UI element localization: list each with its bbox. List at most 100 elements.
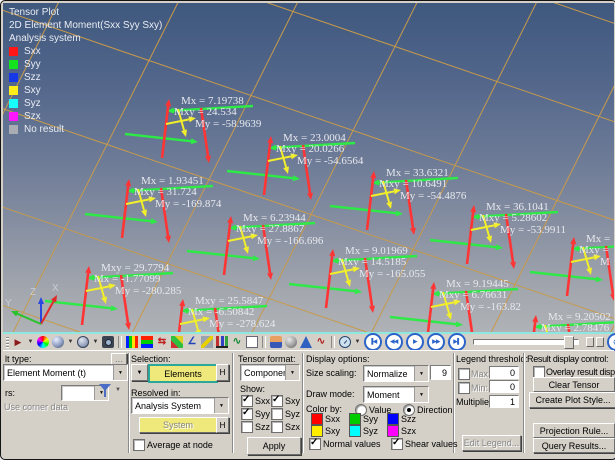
show-sxy-checkbox[interactable] bbox=[271, 395, 283, 407]
axis-triad: ZXY bbox=[5, 283, 59, 324]
chevron-down-icon[interactable]: ▼ bbox=[113, 365, 127, 380]
caret-icon[interactable] bbox=[67, 336, 74, 348]
tensor-plot-icon[interactable] bbox=[171, 336, 183, 348]
legend-item-label: Sxy bbox=[24, 84, 41, 97]
camera-icon[interactable] bbox=[102, 336, 114, 348]
tensor-glyph: Mx = 1.93451Mxy = 31.724My = -169.874 bbox=[85, 175, 222, 243]
contour-plot-icon[interactable] bbox=[126, 336, 138, 348]
section-cut-icon[interactable] bbox=[201, 336, 213, 348]
legend-item: Syz bbox=[9, 97, 162, 110]
system-collector-reset-button[interactable]: H bbox=[216, 417, 229, 433]
caret-icon[interactable] bbox=[354, 336, 361, 348]
tensor-value-label: My = -58.9639 bbox=[195, 118, 262, 130]
first-frame-button[interactable]: ▐◀ bbox=[364, 333, 382, 351]
shaded-sphere-icon[interactable] bbox=[52, 336, 64, 348]
tensor-value-label: Mxy = 10.6491 bbox=[379, 178, 447, 190]
caret-icon[interactable] bbox=[27, 336, 34, 348]
projection-rule-button[interactable]: Projection Rule... bbox=[533, 423, 615, 438]
legend-item-label: Syz bbox=[24, 97, 41, 110]
cone-icon[interactable] bbox=[300, 336, 312, 348]
size-scaling-input[interactable]: 9 bbox=[430, 365, 451, 380]
legend-color-swatch bbox=[9, 112, 18, 121]
chevron-down-icon[interactable]: ▼ bbox=[414, 366, 428, 381]
vector-plot-icon[interactable] bbox=[156, 336, 168, 348]
normal-values-checkbox[interactable] bbox=[309, 438, 321, 450]
tensor-format-dropdown[interactable]: Component▼ bbox=[240, 364, 300, 381]
apply-button[interactable]: Apply bbox=[247, 437, 301, 455]
show-szz-checkbox[interactable] bbox=[241, 421, 253, 433]
elements-collector-button[interactable]: Elements bbox=[148, 364, 218, 383]
size-scaling-dropdown[interactable]: Normalize▼ bbox=[363, 365, 429, 382]
legend-item-label: Szx bbox=[24, 110, 41, 123]
fast-forward-button[interactable]: ▶▶ bbox=[427, 333, 445, 351]
fit-curve-icon[interactable] bbox=[315, 336, 327, 348]
min-checkbox[interactable] bbox=[458, 382, 470, 394]
filter-caret-icon[interactable]: ▼ bbox=[115, 387, 121, 393]
build-plots-icon[interactable] bbox=[216, 336, 228, 348]
measures-icon[interactable] bbox=[186, 336, 198, 348]
average-at-node-checkbox[interactable] bbox=[133, 439, 145, 451]
show-syy-checkbox[interactable] bbox=[241, 408, 253, 420]
legend-color-swatch bbox=[9, 47, 18, 56]
direction-color-label: Syy bbox=[363, 414, 378, 424]
show-syz-checkbox[interactable] bbox=[271, 408, 283, 420]
iso-plot-icon[interactable] bbox=[141, 336, 153, 348]
animation-clock-icon[interactable] bbox=[339, 336, 351, 348]
query-results-button[interactable]: Query Results... bbox=[533, 438, 615, 453]
max-checkbox[interactable] bbox=[458, 368, 470, 380]
result-type-dropdown[interactable]: Element Moment (t)▼ bbox=[3, 364, 128, 381]
play-button[interactable]: ▶ bbox=[406, 333, 424, 351]
caret-icon[interactable] bbox=[92, 336, 99, 348]
panel-separator bbox=[232, 353, 234, 453]
rewind-button[interactable]: ◀◀ bbox=[385, 333, 403, 351]
average-at-node-label: Average at node bbox=[147, 440, 213, 450]
selection-label: Selection: bbox=[131, 354, 171, 364]
show-szz-label: Szz bbox=[255, 422, 270, 432]
animation-settings-button[interactable]: ✳ bbox=[607, 333, 615, 351]
chevron-down-icon[interactable]: ▼ bbox=[285, 365, 299, 380]
legend-title: Tensor Plot bbox=[9, 6, 162, 19]
3d-viewport[interactable]: Mx = 7.19738Mxy = 24.534My = -58.9639Mx … bbox=[3, 3, 614, 334]
axis-x-label: X bbox=[52, 283, 59, 294]
tensor-plot-window: Mx = 7.19738Mxy = 24.534My = -58.9639Mx … bbox=[0, 0, 615, 460]
shear-values-label: Shear values bbox=[405, 439, 458, 449]
filter-funnel-icon[interactable] bbox=[99, 384, 111, 391]
tensor-value-label: Mxy = 6.76631 bbox=[439, 289, 507, 301]
min-input[interactable]: 0 bbox=[489, 380, 519, 393]
tensor-value-label: My = -54.6564 bbox=[297, 155, 364, 167]
slider-handle[interactable] bbox=[564, 336, 574, 349]
animation-speed-slider[interactable] bbox=[473, 339, 579, 345]
toolbar-separator bbox=[262, 336, 266, 348]
color-wheel-icon[interactable] bbox=[37, 336, 49, 348]
shear-values-checkbox[interactable] bbox=[391, 438, 403, 450]
multiplier-input[interactable]: 1 bbox=[489, 395, 519, 408]
edit-legend-button[interactable]: Edit Legend... bbox=[462, 435, 521, 451]
wireframe-sphere-icon[interactable] bbox=[77, 336, 89, 348]
overlay-result-label: Overlay result display bbox=[546, 367, 615, 377]
entity-attributes-icon[interactable] bbox=[270, 336, 282, 348]
selection-mode-caret-button[interactable]: ▼ bbox=[131, 364, 148, 381]
last-frame-button[interactable]: ▶▌ bbox=[448, 333, 466, 351]
create-plot-style-button[interactable]: Create Plot Style... bbox=[529, 392, 615, 408]
system-collector-button[interactable]: System bbox=[139, 417, 217, 433]
mask-sphere-icon[interactable] bbox=[285, 336, 297, 348]
elements-collector-reset-button[interactable]: H bbox=[216, 364, 229, 381]
direction-color-syz bbox=[349, 425, 361, 437]
show-szx-checkbox[interactable] bbox=[271, 421, 283, 433]
panel-separator bbox=[128, 353, 130, 453]
tracking-icon[interactable] bbox=[231, 336, 243, 348]
draw-mode-dropdown[interactable]: Moment▼ bbox=[363, 386, 429, 403]
resolved-in-dropdown[interactable]: Analysis System▼ bbox=[131, 397, 229, 414]
chevron-down-icon[interactable]: ▼ bbox=[214, 398, 228, 413]
select-arrow-icon[interactable] bbox=[12, 336, 24, 348]
max-input[interactable]: 0 bbox=[489, 366, 519, 379]
direction-color-syy bbox=[349, 413, 361, 425]
direction-color-szx bbox=[387, 425, 399, 437]
chevron-down-icon[interactable]: ▼ bbox=[414, 387, 428, 402]
tensor-glyph: Mx = 6.23944Mxy = 27.8867My = -166.696 bbox=[187, 212, 324, 280]
clear-tensor-button[interactable]: Clear Tensor bbox=[533, 377, 615, 392]
frame-step-marks[interactable] bbox=[586, 337, 604, 347]
show-sxx-checkbox[interactable] bbox=[241, 395, 253, 407]
legend-color-swatch bbox=[9, 60, 18, 69]
notes-icon[interactable] bbox=[246, 336, 258, 348]
